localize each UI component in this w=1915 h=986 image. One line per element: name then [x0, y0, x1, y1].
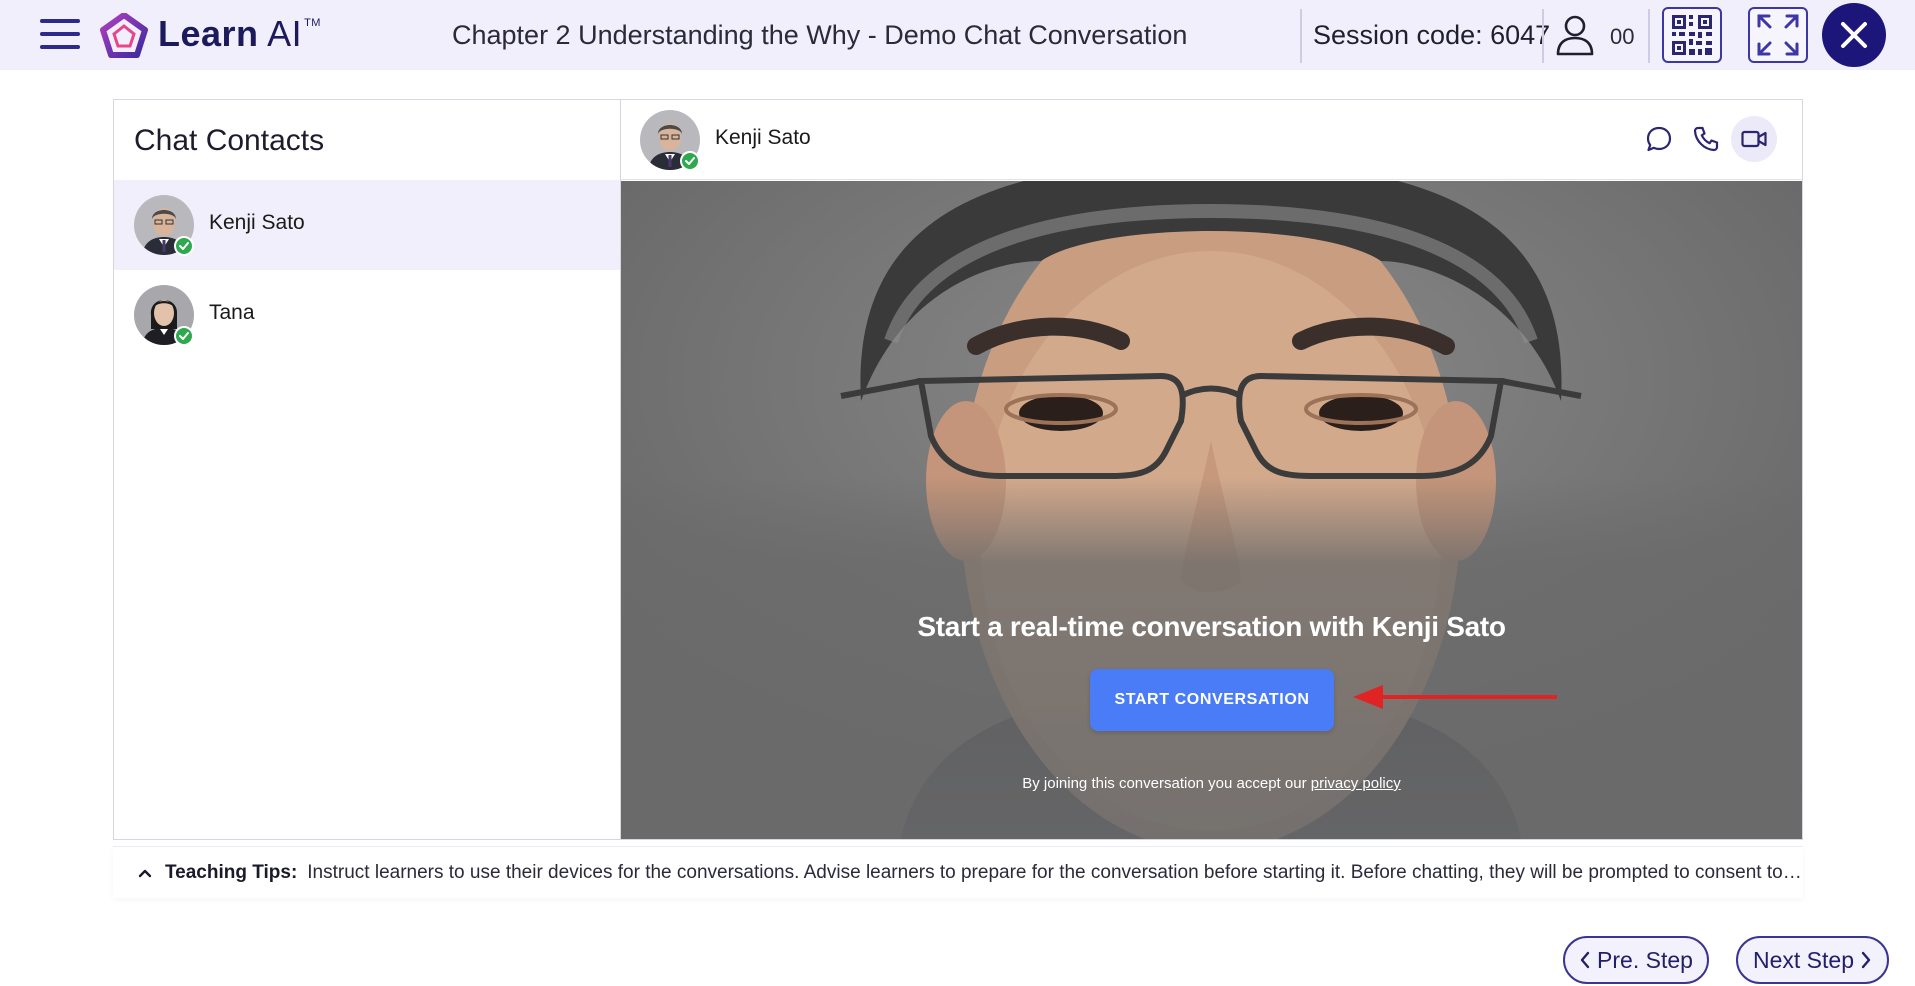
next-step-button[interactable]: Next Step: [1736, 936, 1889, 984]
logo-icon: [100, 13, 148, 58]
chat-panel: Chat Contacts Kenji Sato Tana Kenji Sato…: [113, 99, 1803, 840]
participant-count: 00: [1610, 24, 1635, 49]
chat-header: Kenji Sato: [621, 100, 1802, 180]
menu-icon[interactable]: [38, 17, 84, 53]
top-bar: Learn AI TM Chapter 2 Understanding the W…: [0, 0, 1915, 70]
fullscreen-icon: [1757, 14, 1799, 56]
contact-item-kenji-sato[interactable]: Kenji Sato: [114, 180, 620, 270]
previous-step-button[interactable]: Pre. Step: [1563, 936, 1709, 984]
voice-call-button[interactable]: [1683, 116, 1729, 162]
next-step-label: Next Step: [1753, 946, 1854, 973]
chat-contact-name: Kenji Sato: [715, 126, 811, 149]
teaching-tips-bar: Teaching Tips: Instruct learners to use …: [113, 846, 1803, 898]
chevron-up-icon[interactable]: [137, 865, 153, 881]
contact-item-tana[interactable]: Tana: [114, 270, 620, 360]
contacts-title: Chat Contacts: [134, 124, 325, 157]
privacy-policy-link[interactable]: privacy policy: [1311, 775, 1401, 792]
privacy-notice: By joining this conversation you accept …: [621, 775, 1802, 792]
start-conversation-heading: Start a real-time conversation with Kenj…: [917, 611, 1506, 642]
fullscreen-button[interactable]: [1748, 7, 1808, 63]
video-area: Start a real-time conversation with Kenj…: [621, 181, 1802, 839]
user-icon[interactable]: [1555, 14, 1595, 56]
previous-step-label: Pre. Step: [1597, 946, 1693, 973]
close-icon: [1841, 22, 1867, 48]
divider: [1300, 9, 1302, 63]
start-conversation-button[interactable]: START CONVERSATION: [1090, 669, 1334, 731]
chevron-left-icon: [1580, 951, 1590, 969]
phone-icon: [1693, 126, 1719, 152]
privacy-text: By joining this conversation you accept …: [1022, 775, 1307, 792]
online-status-icon: [174, 326, 194, 346]
video-call-button[interactable]: [1731, 116, 1777, 162]
teaching-tips-label: Teaching Tips:: [164, 861, 298, 883]
close-button[interactable]: [1822, 3, 1886, 67]
qr-code-button[interactable]: [1662, 7, 1722, 63]
arrow-pointer-icon: [1353, 685, 1557, 709]
chevron-right-icon: [1861, 951, 1871, 969]
logo-text: Learn AI TM: [158, 13, 321, 54]
divider: [1542, 9, 1544, 63]
contact-portrait-image: [621, 181, 1802, 839]
contact-name: Kenji Sato: [209, 211, 305, 234]
teaching-tips-text: Instruct learners to use their devices f…: [307, 861, 1803, 883]
contacts-sidebar: Chat Contacts Kenji Sato Tana: [114, 100, 621, 839]
text-chat-button[interactable]: [1636, 116, 1682, 162]
online-status-icon: [680, 151, 700, 171]
qr-code-icon: [1672, 15, 1712, 55]
online-status-icon: [174, 236, 194, 256]
chat-bubble-icon: [1646, 126, 1672, 152]
contact-name: Tana: [209, 301, 255, 324]
page-title: Chapter 2 Understanding the Why - Demo C…: [452, 20, 1188, 50]
chat-pane: Kenji Sato Start a real-time conversatio…: [621, 100, 1802, 839]
divider: [1648, 9, 1650, 63]
video-camera-icon: [1741, 130, 1767, 148]
session-code: Session code: 6047: [1313, 20, 1551, 50]
